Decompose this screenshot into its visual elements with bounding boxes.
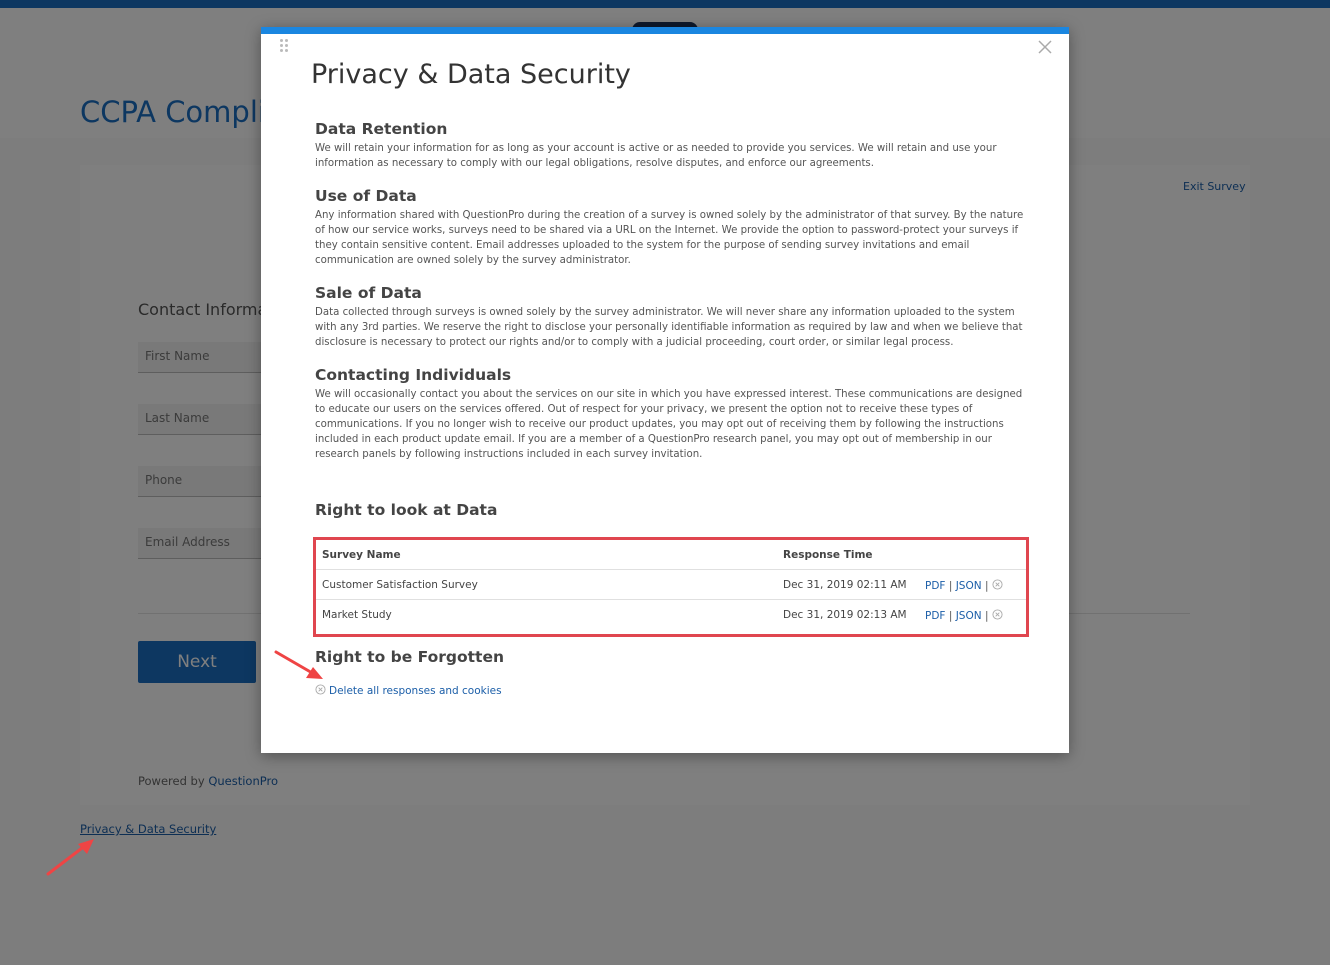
annotation-arrow-privacy bbox=[46, 839, 94, 876]
section-contacting-individuals: Contacting Individuals We will occasiona… bbox=[315, 366, 1027, 462]
section-heading: Sale of Data bbox=[315, 284, 422, 302]
section-body: We will retain your information for as l… bbox=[315, 143, 997, 169]
delete-all-responses-link[interactable]: Delete all responses and cookies bbox=[315, 684, 502, 697]
json-link[interactable]: JSON bbox=[956, 610, 982, 622]
section-heading: Use of Data bbox=[315, 187, 417, 205]
row-actions: PDF | JSON | bbox=[925, 609, 1003, 622]
annotation-arrow-delete bbox=[274, 650, 323, 679]
separator: | bbox=[984, 580, 989, 592]
modal-title: Privacy & Data Security bbox=[311, 59, 631, 90]
header-response-time: Response Time bbox=[783, 549, 873, 561]
table-row: Customer Satisfaction Survey Dec 31, 201… bbox=[316, 570, 1026, 600]
section-heading: Data Retention bbox=[315, 120, 448, 138]
survey-name: Customer Satisfaction Survey bbox=[322, 579, 478, 591]
separator: | bbox=[984, 610, 989, 622]
response-time: Dec 31, 2019 02:11 AM bbox=[783, 579, 907, 591]
section-data-retention: Data Retention We will retain your infor… bbox=[315, 120, 1027, 171]
survey-name: Market Study bbox=[322, 609, 392, 621]
pdf-link[interactable]: PDF bbox=[925, 580, 945, 592]
right-to-look-heading: Right to look at Data bbox=[315, 501, 498, 519]
response-time: Dec 31, 2019 02:13 AM bbox=[783, 609, 907, 621]
delete-circle-icon[interactable] bbox=[992, 579, 1003, 590]
section-body: Data collected through surveys is owned … bbox=[315, 307, 1023, 348]
section-sale-of-data: Sale of Data Data collected through surv… bbox=[315, 284, 1027, 350]
drag-handle-icon[interactable] bbox=[280, 39, 290, 55]
section-body: We will occasionally contact you about t… bbox=[315, 389, 1023, 460]
row-actions: PDF | JSON | bbox=[925, 579, 1003, 592]
section-heading: Contacting Individuals bbox=[315, 366, 512, 384]
pdf-link[interactable]: PDF bbox=[925, 610, 945, 622]
delete-circle-icon bbox=[315, 684, 326, 695]
table-header-row: Survey Name Response Time bbox=[316, 540, 1026, 570]
modal-top-accent bbox=[261, 27, 1069, 34]
delete-circle-icon[interactable] bbox=[992, 609, 1003, 620]
delete-all-label: Delete all responses and cookies bbox=[329, 685, 502, 697]
json-link[interactable]: JSON bbox=[956, 580, 982, 592]
right-to-be-forgotten-heading: Right to be Forgotten bbox=[315, 648, 505, 666]
separator: | bbox=[948, 610, 953, 622]
header-survey-name: Survey Name bbox=[322, 549, 401, 561]
table-row: Market Study Dec 31, 2019 02:13 AM PDF |… bbox=[316, 600, 1026, 630]
responses-table: Survey Name Response Time Customer Satis… bbox=[313, 537, 1029, 637]
section-body: Any information shared with QuestionPro … bbox=[315, 210, 1024, 266]
close-icon[interactable] bbox=[1037, 39, 1053, 55]
section-use-of-data: Use of Data Any information shared with … bbox=[315, 187, 1027, 268]
separator: | bbox=[948, 580, 953, 592]
privacy-modal: Privacy & Data Security Data Retention W… bbox=[261, 27, 1069, 753]
